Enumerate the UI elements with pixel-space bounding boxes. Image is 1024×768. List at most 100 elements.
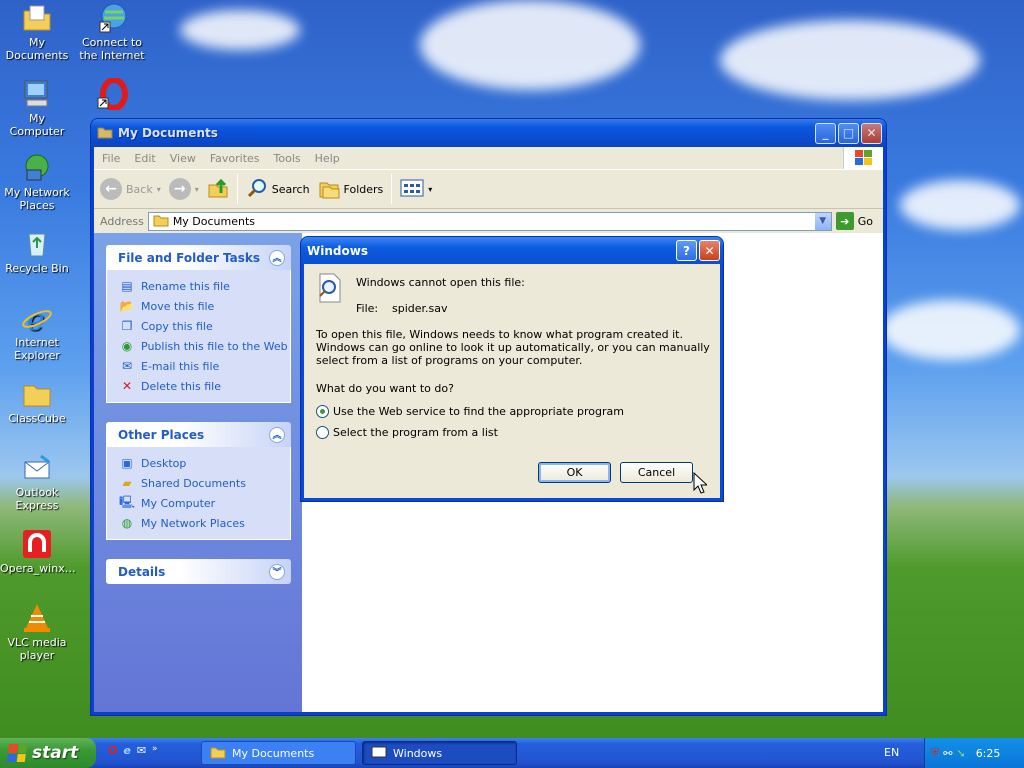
outlook-icon [21, 452, 53, 484]
file-name: spider.sav [392, 302, 448, 315]
panel-header[interactable]: Details ︾ [106, 559, 291, 584]
menu-file[interactable]: File [102, 152, 120, 165]
desktop-icon-my-documents[interactable]: My Documents [0, 2, 74, 62]
folders-button[interactable]: Folders [318, 177, 383, 202]
desktop-icon-recycle-bin[interactable]: Recycle Bin [0, 228, 74, 275]
menu-edit[interactable]: Edit [134, 152, 155, 165]
task-delete[interactable]: ✕ Delete this file [119, 376, 290, 396]
security-shield-icon[interactable]: ⛨ [931, 746, 939, 760]
forward-button[interactable]: → ▾ [168, 178, 199, 200]
address-field[interactable]: My Documents ▼ [147, 211, 832, 231]
desktop-icon-outlook-express[interactable]: Outlook Express [0, 452, 74, 512]
toolbar: ← Back ▾ → ▾ Search Folders ▾ [94, 169, 883, 209]
task-publish[interactable]: ◉ Publish this file to the Web [119, 336, 290, 356]
back-arrow-icon: ← [100, 178, 122, 200]
search-button[interactable]: Search [246, 177, 310, 202]
quick-launch-outlook-icon[interactable]: ✉ [137, 744, 146, 757]
maximize-button[interactable]: □ [838, 122, 859, 144]
desktop-icon-network-places[interactable]: My Network Places [0, 152, 74, 212]
start-button[interactable]: start [0, 738, 96, 768]
dialog-explanation: To open this file, Windows needs to know… [316, 328, 710, 367]
quick-launch-ie-icon[interactable]: e [123, 744, 130, 757]
panel-header[interactable]: File and Folder Tasks ︽ [106, 245, 291, 270]
up-folder-button[interactable] [207, 177, 229, 202]
desktop-icon: ▣ [121, 456, 133, 470]
collapse-chevron-icon[interactable]: ︽ [269, 426, 285, 443]
desktop-icon-classcube[interactable]: ClassCube [0, 378, 74, 425]
menu-favorites[interactable]: Favorites [210, 152, 260, 165]
unknown-file-icon [314, 272, 346, 307]
computer-icon: 🖳 [119, 494, 136, 509]
panel-header[interactable]: Other Places ︽ [106, 422, 291, 447]
back-button[interactable]: ← Back ▾ [100, 178, 161, 200]
taskbar-item-windows[interactable]: Windows [362, 741, 517, 765]
desktop-icon-connect-internet[interactable]: Connect to the Internet [75, 2, 149, 62]
task-move[interactable]: 📂 Move this file [119, 296, 290, 316]
open-with-dialog[interactable]: Windows ? ✕ Windows cannot open this fil… [300, 236, 724, 502]
window-icon [371, 746, 387, 761]
safely-remove-icon[interactable]: ➘ [956, 747, 965, 760]
desktop-icon-opera-installer[interactable]: Opera_winx… [0, 528, 76, 575]
desktop-icon-opera[interactable] [75, 77, 149, 112]
radio-unselected-icon [316, 426, 329, 439]
folders-icon [318, 177, 340, 202]
ok-button[interactable]: OK [538, 462, 611, 483]
desktop-icon-my-computer[interactable]: My Computer [0, 78, 74, 138]
mouse-cursor-icon [693, 471, 709, 497]
language-indicator[interactable]: EN [884, 746, 899, 759]
desktop-icon-internet-explorer[interactable]: e Internet Explorer [0, 302, 74, 362]
network-tray-icon[interactable]: ⚯ [943, 747, 952, 760]
go-button[interactable]: ➔ Go [835, 212, 873, 230]
folder-docs-icon [21, 2, 53, 34]
place-desktop[interactable]: ▣ Desktop [119, 453, 290, 473]
go-arrow-icon: ➔ [835, 212, 854, 230]
quick-launch-opera-icon[interactable]: O [108, 744, 117, 757]
globe-shortcut-icon [96, 2, 128, 34]
place-my-computer[interactable]: 🖳 My Computer [119, 493, 290, 513]
address-dropdown-button[interactable]: ▼ [814, 212, 831, 230]
task-rename[interactable]: ▤ Rename this file [119, 276, 290, 296]
explorer-titlebar[interactable]: My Documents _ □ ✕ [91, 119, 886, 147]
collapse-chevron-icon[interactable]: ︽ [269, 249, 285, 266]
forward-arrow-icon: → [168, 178, 191, 200]
cancel-button[interactable]: Cancel [620, 462, 693, 483]
quick-launch-more-icon[interactable]: » [152, 744, 158, 757]
windows-flag-icon [6, 744, 28, 762]
up-folder-icon [207, 177, 229, 202]
place-shared-documents[interactable]: ▰ Shared Documents [119, 473, 290, 493]
desktop-icon-label: ClassCube [8, 412, 66, 425]
menu-help[interactable]: Help [315, 152, 340, 165]
place-network[interactable]: ◍ My Network Places [119, 513, 290, 533]
radio-web-service[interactable]: Use the Web service to find the appropri… [316, 405, 624, 418]
radio-select-from-list[interactable]: Select the program from a list [316, 426, 498, 439]
desktop-icon-label: My Computer [9, 112, 65, 138]
close-button[interactable]: ✕ [861, 122, 882, 144]
delete-icon: ✕ [121, 379, 133, 393]
views-button[interactable]: ▾ [400, 179, 432, 200]
publish-web-icon: ◉ [121, 339, 133, 353]
folder-icon [153, 213, 169, 230]
dialog-message: Windows cannot open this file: [356, 276, 525, 289]
folder-icon [210, 745, 226, 762]
network-icon: ◍ [121, 516, 133, 530]
task-pane: File and Folder Tasks ︽ ▤ Rename this fil… [94, 233, 302, 712]
menu-view[interactable]: View [170, 152, 196, 165]
dialog-question: What do you want to do? [316, 382, 454, 395]
minimize-button[interactable]: _ [815, 122, 836, 144]
folder-icon [21, 378, 53, 410]
help-button[interactable]: ? [676, 240, 697, 261]
desktop-icon-label: Recycle Bin [5, 262, 69, 275]
menu-tools[interactable]: Tools [274, 152, 301, 165]
desktop-icon-vlc[interactable]: VLC media player [0, 602, 74, 662]
opera-installer-icon [21, 528, 53, 560]
dialog-close-button[interactable]: ✕ [699, 240, 720, 261]
windows-logo-icon [843, 147, 883, 169]
email-icon: ✉ [121, 359, 133, 373]
copy-icon: ❐ [121, 319, 133, 333]
dialog-titlebar[interactable]: Windows ? ✕ [301, 237, 723, 264]
taskbar-item-my-documents[interactable]: My Documents [201, 741, 356, 765]
task-email[interactable]: ✉ E-mail this file [119, 356, 290, 376]
window-title: My Documents [118, 126, 218, 140]
expand-chevron-icon[interactable]: ︾ [269, 563, 285, 580]
task-copy[interactable]: ❐ Copy this file [119, 316, 290, 336]
